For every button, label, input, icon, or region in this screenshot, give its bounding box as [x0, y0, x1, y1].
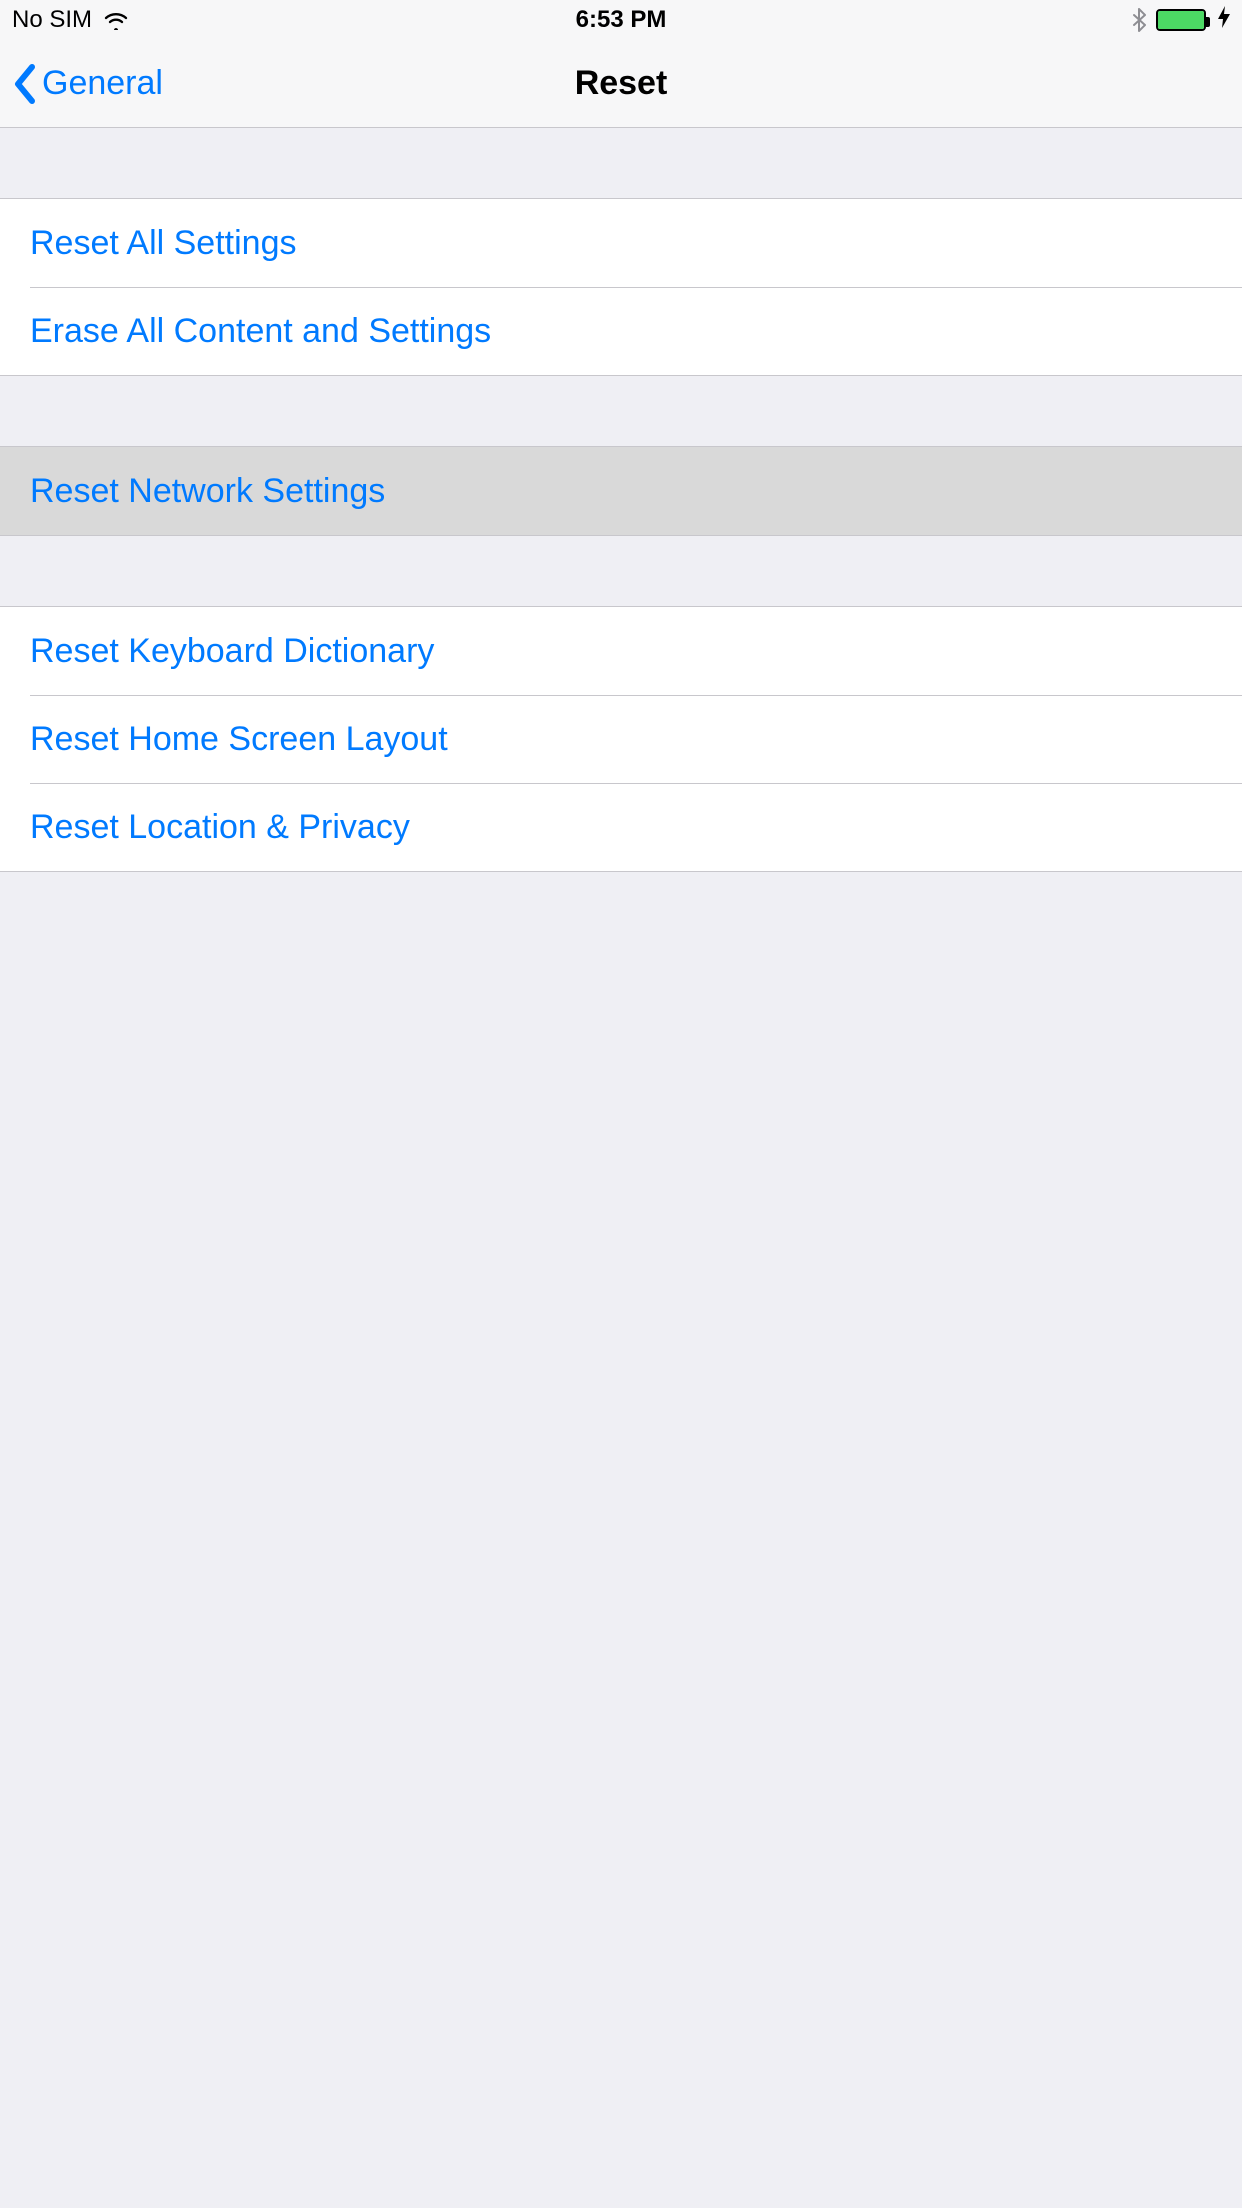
- status-right: [1132, 6, 1230, 34]
- cell-label: Reset All Settings: [30, 224, 296, 263]
- reset-all-settings[interactable]: Reset All Settings: [0, 199, 1242, 287]
- back-label: General: [42, 64, 163, 103]
- section-gap: [0, 536, 1242, 606]
- status-time: 6:53 PM: [0, 6, 1242, 34]
- erase-all-content[interactable]: Erase All Content and Settings: [0, 287, 1242, 375]
- section-network: Reset Network Settings: [0, 446, 1242, 536]
- chevron-left-icon: [12, 63, 36, 105]
- reset-home-screen-layout[interactable]: Reset Home Screen Layout: [0, 695, 1242, 783]
- reset-keyboard-dictionary[interactable]: Reset Keyboard Dictionary: [0, 607, 1242, 695]
- cell-label: Erase All Content and Settings: [30, 312, 491, 351]
- reset-network-settings[interactable]: Reset Network Settings: [0, 447, 1242, 535]
- status-bar: No SIM 6:53 PM: [0, 0, 1242, 40]
- wifi-icon: [102, 10, 130, 30]
- battery-icon: [1156, 9, 1206, 31]
- back-button[interactable]: General: [12, 63, 163, 105]
- status-left: No SIM: [12, 6, 130, 34]
- section-gap: [0, 128, 1242, 198]
- section-main: Reset All Settings Erase All Content and…: [0, 198, 1242, 376]
- page-title: Reset: [0, 64, 1242, 103]
- section-misc: Reset Keyboard Dictionary Reset Home Scr…: [0, 606, 1242, 872]
- cell-label: Reset Location & Privacy: [30, 808, 410, 847]
- cell-label: Reset Network Settings: [30, 472, 385, 511]
- battery-fill: [1158, 11, 1204, 29]
- carrier-label: No SIM: [12, 6, 92, 34]
- bluetooth-icon: [1132, 8, 1146, 32]
- cell-label: Reset Keyboard Dictionary: [30, 632, 434, 671]
- reset-location-privacy[interactable]: Reset Location & Privacy: [0, 783, 1242, 871]
- section-gap: [0, 376, 1242, 446]
- charging-icon: [1218, 6, 1230, 34]
- nav-bar: General Reset: [0, 40, 1242, 128]
- cell-label: Reset Home Screen Layout: [30, 720, 448, 759]
